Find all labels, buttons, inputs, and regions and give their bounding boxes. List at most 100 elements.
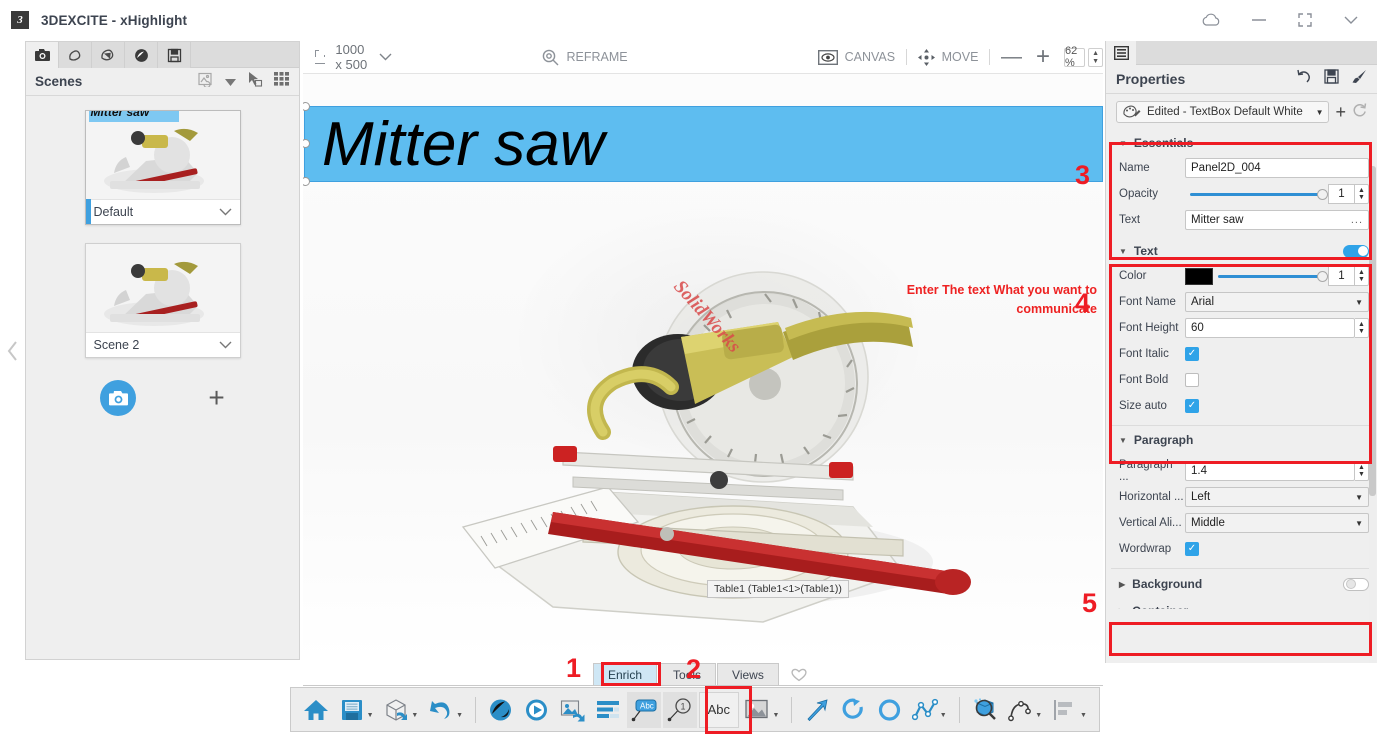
opacity-value[interactable]: 1 (1328, 184, 1355, 204)
section-background-header[interactable]: ▶ Background (1114, 571, 1369, 597)
size-auto-checkbox[interactable]: ✓ (1185, 399, 1199, 413)
slider-knob[interactable] (1317, 270, 1328, 282)
curve-path-icon[interactable] (1003, 692, 1037, 728)
undo-icon[interactable] (424, 692, 458, 728)
image-export-icon[interactable] (556, 692, 590, 728)
save-icon[interactable] (1324, 69, 1339, 89)
balloon-number-icon[interactable]: 1 (663, 691, 697, 728)
canvas-button[interactable]: CANVAS (817, 49, 895, 65)
text-input[interactable]: Mitter saw ... (1185, 210, 1369, 230)
tab-save[interactable] (158, 42, 191, 68)
refresh-image-icon[interactable] (198, 72, 214, 92)
refresh-icon[interactable] (1352, 102, 1367, 122)
section-text-header[interactable]: ▼ Text (1114, 239, 1369, 263)
zoom-stepper[interactable]: ▲ ▼ (1088, 47, 1103, 67)
opacity-stepper[interactable]: ▲ ▼ (1355, 184, 1369, 204)
chevron-down-icon[interactable] (1343, 15, 1359, 25)
home-icon[interactable] (299, 692, 333, 728)
revert-icon[interactable] (1297, 69, 1312, 89)
material-selector[interactable]: Edited - TextBox Default White ▼ (1116, 101, 1330, 123)
cursor-select-icon[interactable] (247, 71, 263, 92)
label-paragraph-spacing: Paragraph ... (1119, 459, 1173, 483)
magnify-3d-icon[interactable] (968, 692, 1002, 728)
rotate-arrow-icon[interactable] (836, 692, 870, 728)
tab-lighting[interactable] (59, 42, 92, 68)
render-globe-icon[interactable] (484, 692, 518, 728)
horizontal-align-select[interactable]: Left ▼ (1185, 487, 1369, 507)
zoom-value-field[interactable]: 62 % (1064, 45, 1086, 69)
zoom-in-button[interactable]: + (1036, 45, 1050, 69)
chevron-down-icon[interactable] (379, 48, 392, 66)
color-alpha-stepper[interactable]: ▲ ▼ (1355, 266, 1369, 286)
chevron-down-icon[interactable]: ▼ (1316, 108, 1324, 117)
circle-tool-icon[interactable] (872, 692, 906, 728)
align-icon[interactable] (1048, 692, 1082, 728)
vertical-align-select[interactable]: Middle ▼ (1185, 513, 1369, 533)
label-name: Name (1119, 162, 1150, 174)
paragraph-spacing-input[interactable]: 1.4 (1185, 461, 1355, 481)
heart-icon[interactable] (790, 667, 808, 685)
properties-scrollbar[interactable] (1369, 166, 1376, 496)
opacity-slider[interactable] (1185, 188, 1328, 200)
section-divider (1111, 425, 1372, 426)
font-italic-checkbox[interactable]: ✓ (1185, 347, 1199, 361)
tab-properties[interactable] (1106, 41, 1136, 65)
section-container-header[interactable]: ▶ Container (1114, 599, 1369, 609)
fullscreen-icon[interactable] (1297, 12, 1313, 28)
label-font-bold: Font Bold (1119, 374, 1169, 386)
arrow-tool-icon[interactable] (800, 692, 834, 728)
tab-enrich[interactable]: Enrich (593, 663, 658, 685)
font-height-stepper[interactable]: ▲ ▼ (1355, 318, 1369, 338)
scene-card-scene2[interactable]: Scene 2 (84, 243, 241, 358)
wordwrap-checkbox[interactable]: ✓ (1185, 542, 1199, 556)
section-paragraph-header[interactable]: ▼ Paragraph (1114, 428, 1369, 452)
callout-abc-icon[interactable]: Abc (627, 691, 662, 728)
brush-icon[interactable] (1351, 69, 1367, 89)
play-icon[interactable] (520, 692, 554, 728)
row-font-name: Font Name Arial ▼ (1114, 289, 1369, 315)
mitre-saw-3d-model[interactable]: SolidWorks (433, 132, 993, 632)
add-material-button[interactable]: + (1335, 103, 1346, 121)
tab-environment[interactable] (125, 42, 158, 68)
font-name-select[interactable]: Arial ▼ (1185, 292, 1369, 312)
slider-knob[interactable] (1317, 188, 1328, 200)
capture-scene-button[interactable] (100, 380, 137, 416)
cloud-icon[interactable] (1201, 13, 1221, 27)
export-package-icon[interactable] (380, 692, 414, 728)
chevron-down-icon[interactable] (219, 205, 232, 219)
polyline-tool-icon[interactable] (908, 692, 942, 728)
tab-views[interactable]: Views (717, 663, 779, 685)
text-input-value: Mitter saw (1191, 214, 1244, 226)
text-abc-tool[interactable]: Abc (698, 691, 739, 728)
tab-material[interactable] (92, 42, 125, 68)
font-bold-checkbox[interactable] (1185, 373, 1199, 387)
viewport-canvas[interactable]: SolidWorks Mitter saw Enter The text Wha… (303, 74, 1103, 660)
paragraph-spacing-stepper[interactable]: ▲ ▼ (1355, 461, 1369, 481)
background-section-toggle[interactable] (1343, 577, 1369, 591)
zoom-out-button[interactable]: — (1001, 46, 1022, 67)
collapse-left-panel-icon[interactable] (6, 340, 20, 368)
scene-card-default[interactable]: Mitter saw Default (84, 110, 241, 225)
text-banner-selected[interactable]: Mitter saw (304, 106, 1103, 182)
grid-view-icon[interactable] (274, 72, 290, 91)
bottom-tab-bar: Enrich Tools Views (303, 662, 1103, 686)
minimize-icon[interactable] (1251, 18, 1267, 22)
tab-camera[interactable] (26, 42, 59, 68)
save-icon[interactable] (335, 692, 369, 728)
color-swatch[interactable] (1185, 267, 1213, 285)
name-input[interactable]: Panel2D_004 (1185, 158, 1369, 178)
text-section-toggle[interactable] (1343, 244, 1369, 258)
layers-icon[interactable] (592, 692, 626, 728)
add-scene-button[interactable]: + (208, 384, 224, 412)
image-insert-icon[interactable] (741, 692, 775, 728)
color-alpha-slider[interactable] (1213, 270, 1328, 282)
move-button[interactable]: MOVE (917, 48, 978, 66)
reframe-button[interactable]: REFRAME (542, 49, 628, 66)
font-height-input[interactable]: 60 (1185, 318, 1355, 338)
chevron-down-icon[interactable] (225, 73, 236, 91)
text-more-button[interactable]: ... (1351, 214, 1363, 226)
resolution-value[interactable]: 1000 x 500 (335, 42, 371, 72)
color-alpha-value[interactable]: 1 (1328, 266, 1355, 286)
chevron-down-icon[interactable] (219, 338, 232, 352)
section-essentials-header[interactable]: ▼ Essentials (1114, 131, 1369, 155)
